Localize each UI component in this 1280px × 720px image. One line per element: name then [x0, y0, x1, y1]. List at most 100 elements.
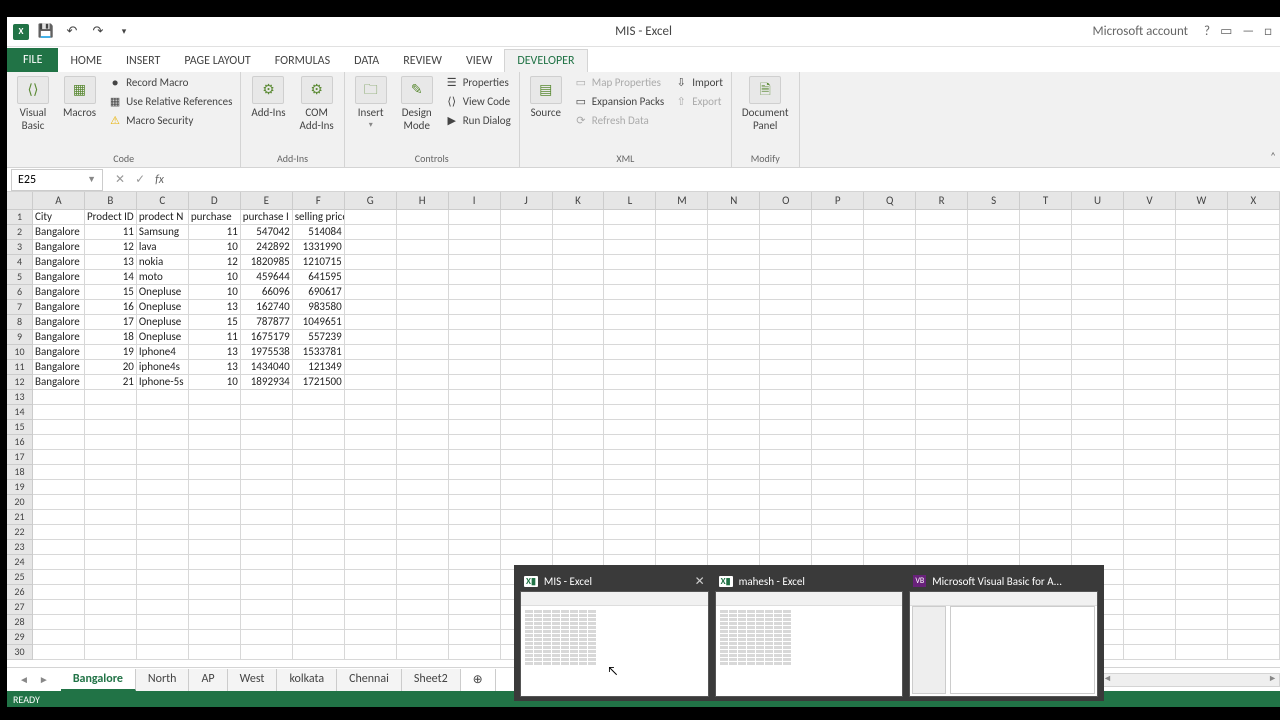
- row-header[interactable]: 29: [7, 630, 33, 645]
- row-header[interactable]: 5: [7, 270, 33, 285]
- cell[interactable]: [1020, 375, 1072, 390]
- cell[interactable]: [345, 450, 397, 465]
- cell[interactable]: Bangalore: [33, 360, 85, 375]
- cell[interactable]: [85, 390, 137, 405]
- cell[interactable]: [345, 615, 397, 630]
- ribbon-tab-view[interactable]: VIEW: [454, 50, 504, 72]
- cell[interactable]: [916, 450, 968, 465]
- cell[interactable]: [864, 240, 916, 255]
- cell[interactable]: [708, 465, 760, 480]
- cell[interactable]: [33, 510, 85, 525]
- cell[interactable]: [760, 480, 812, 495]
- cell[interactable]: [553, 465, 605, 480]
- cell[interactable]: [293, 615, 345, 630]
- cell[interactable]: 11: [85, 225, 137, 240]
- cell[interactable]: 11: [189, 330, 241, 345]
- cell[interactable]: [241, 540, 293, 555]
- cell[interactable]: Bangalore: [33, 315, 85, 330]
- cell[interactable]: [449, 375, 501, 390]
- cell[interactable]: [397, 540, 449, 555]
- cell[interactable]: [1176, 270, 1228, 285]
- cell[interactable]: [1228, 510, 1280, 525]
- cell[interactable]: [656, 465, 708, 480]
- view-code-button[interactable]: ⟨⟩View Code: [443, 93, 513, 109]
- cell[interactable]: [604, 405, 656, 420]
- cell[interactable]: [1124, 420, 1176, 435]
- cell[interactable]: [397, 345, 449, 360]
- cell[interactable]: [760, 375, 812, 390]
- cell[interactable]: [1020, 255, 1072, 270]
- cell[interactable]: [656, 450, 708, 465]
- cell[interactable]: [708, 360, 760, 375]
- cell[interactable]: [1124, 435, 1176, 450]
- cell[interactable]: [449, 420, 501, 435]
- cell[interactable]: [760, 465, 812, 480]
- row-header[interactable]: 6: [7, 285, 33, 300]
- cell[interactable]: [1176, 540, 1228, 555]
- cell[interactable]: [501, 375, 553, 390]
- cell[interactable]: [397, 510, 449, 525]
- cell[interactable]: [864, 315, 916, 330]
- cell[interactable]: [137, 525, 189, 540]
- run-dialog-button[interactable]: ▶Run Dialog: [443, 112, 513, 128]
- row-header[interactable]: 21: [7, 510, 33, 525]
- cell[interactable]: [1020, 345, 1072, 360]
- cell[interactable]: [345, 345, 397, 360]
- cell[interactable]: [553, 345, 605, 360]
- cell[interactable]: [345, 555, 397, 570]
- cell[interactable]: [1124, 495, 1176, 510]
- cell[interactable]: [916, 510, 968, 525]
- cell[interactable]: purchase: [189, 210, 241, 225]
- cell[interactable]: [241, 390, 293, 405]
- cell[interactable]: [760, 225, 812, 240]
- cell[interactable]: [604, 450, 656, 465]
- cell[interactable]: [1072, 315, 1124, 330]
- cell[interactable]: [1124, 360, 1176, 375]
- cell[interactable]: 13: [189, 345, 241, 360]
- sheet-nav-prev-icon[interactable]: ◄: [19, 673, 29, 686]
- cell[interactable]: [1072, 540, 1124, 555]
- cell[interactable]: Bangalore: [33, 300, 85, 315]
- cell[interactable]: [1020, 495, 1072, 510]
- cell[interactable]: [397, 615, 449, 630]
- cell[interactable]: [812, 255, 864, 270]
- cell[interactable]: [501, 420, 553, 435]
- cell[interactable]: [501, 210, 553, 225]
- cell[interactable]: [916, 435, 968, 450]
- cell[interactable]: [553, 270, 605, 285]
- cell[interactable]: [968, 330, 1020, 345]
- expansion-packs-button[interactable]: ▭Expansion Packs: [572, 93, 666, 109]
- cell[interactable]: Onepluse: [137, 300, 189, 315]
- cell[interactable]: [1072, 210, 1124, 225]
- cell[interactable]: [656, 435, 708, 450]
- cell[interactable]: [760, 405, 812, 420]
- cell[interactable]: [1228, 315, 1280, 330]
- cell[interactable]: [1124, 330, 1176, 345]
- cell[interactable]: [33, 405, 85, 420]
- column-header[interactable]: X: [1228, 192, 1280, 210]
- cell[interactable]: [85, 615, 137, 630]
- cell[interactable]: selling price: [293, 210, 345, 225]
- cell[interactable]: purchase I: [241, 210, 293, 225]
- cell[interactable]: [656, 330, 708, 345]
- record-macro-button[interactable]: ●Record Macro: [106, 74, 234, 90]
- column-header[interactable]: I: [449, 192, 501, 210]
- cell[interactable]: [1176, 585, 1228, 600]
- cell[interactable]: [812, 375, 864, 390]
- cell[interactable]: [656, 390, 708, 405]
- cell[interactable]: [1124, 645, 1176, 660]
- cell[interactable]: [85, 525, 137, 540]
- cell[interactable]: [1124, 525, 1176, 540]
- cell[interactable]: [293, 510, 345, 525]
- cell[interactable]: [1020, 225, 1072, 240]
- fx-icon[interactable]: fx: [155, 173, 164, 187]
- row-header[interactable]: 13: [7, 390, 33, 405]
- cell[interactable]: Bangalore: [33, 285, 85, 300]
- cell[interactable]: [1228, 240, 1280, 255]
- cell[interactable]: [345, 435, 397, 450]
- sheet-tab-sheet2[interactable]: Sheet2: [402, 669, 461, 691]
- cell[interactable]: 1331990: [293, 240, 345, 255]
- row-header[interactable]: 24: [7, 555, 33, 570]
- cell[interactable]: [189, 480, 241, 495]
- cell[interactable]: [241, 525, 293, 540]
